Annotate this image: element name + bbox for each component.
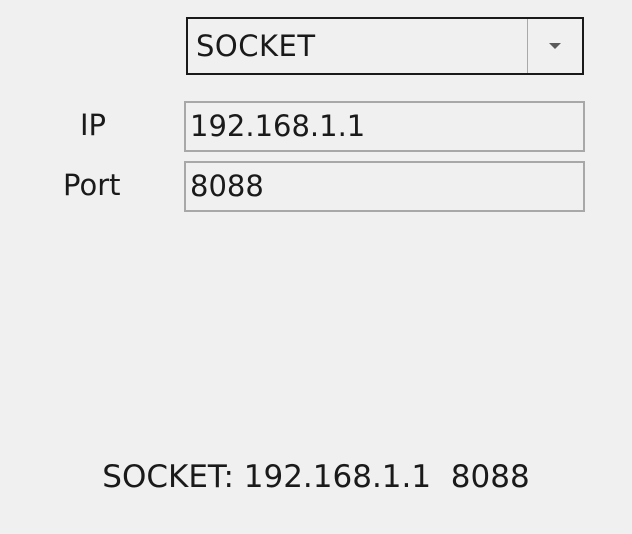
port-field-box[interactable] <box>184 161 585 212</box>
port-label: Port <box>63 168 121 202</box>
chevron-down-icon[interactable] <box>528 19 582 73</box>
port-input[interactable] <box>188 163 580 210</box>
ip-input[interactable] <box>188 103 580 150</box>
ip-label: IP <box>80 108 107 142</box>
connection-status-text: SOCKET: 192.168.1.1 8088 <box>102 459 530 495</box>
connection-type-value: SOCKET <box>196 29 316 63</box>
connection-settings-panel: SOCKET IP Port SOCKET: 192.168.1.1 8088 <box>0 0 632 534</box>
ip-field-box[interactable] <box>184 101 585 152</box>
connection-type-select[interactable]: SOCKET <box>186 17 584 75</box>
